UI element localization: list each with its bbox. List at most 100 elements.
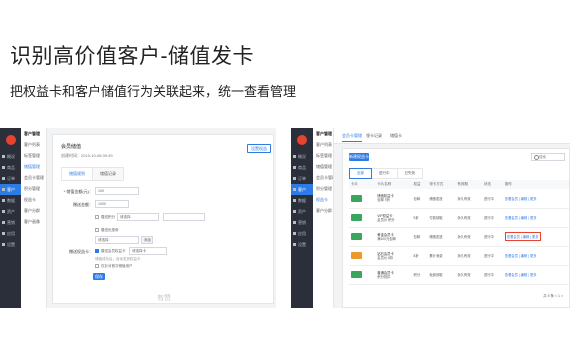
subnav-item[interactable]: 储值管理: [313, 161, 333, 172]
tab-rules[interactable]: 储值规则: [61, 167, 93, 181]
subnav-item[interactable]: 会员卡管理: [21, 172, 46, 183]
nav-item[interactable]: 客户: [0, 184, 21, 195]
nav-icon: [2, 155, 5, 159]
nav-icon: [293, 199, 296, 203]
nav-item[interactable]: 商品: [291, 162, 313, 173]
subnav-item[interactable]: 积分管理: [21, 183, 46, 194]
subnav-item[interactable]: 储值管理: [21, 161, 46, 172]
nav-item[interactable]: 数据: [291, 195, 313, 206]
watermark: 有赞: [157, 295, 171, 302]
card-actions[interactable]: 查看会员 | 编辑 | 更多: [502, 227, 569, 247]
nav-item[interactable]: 营销: [291, 217, 313, 228]
card-thumbnail: [351, 252, 362, 259]
nav-item[interactable]: 设置: [0, 239, 21, 250]
card-valid: 永久有效: [455, 208, 482, 228]
card-valid: 永久有效: [455, 189, 482, 209]
amount-input[interactable]: 100: [95, 187, 139, 195]
coupon-add-button[interactable]: 添加: [141, 236, 153, 244]
nav-item[interactable]: 概况: [0, 151, 21, 162]
nav-item[interactable]: 设置: [291, 239, 313, 250]
card-method: 储值发放: [427, 189, 456, 209]
gift-points-checkbox[interactable]: [95, 215, 99, 219]
gift-amount-label: 赠送金额：: [73, 202, 93, 207]
view-members-link[interactable]: 查看会员 | 编辑 | 更多: [504, 232, 541, 241]
card-name-cell: VIP权益卡 会员价 积分: [375, 208, 412, 228]
subnav-item[interactable]: 客户分群: [21, 205, 46, 216]
view-members-link[interactable]: 查看会员 | 编辑 | 更多: [505, 216, 537, 220]
gift-coupon-label: 赠送优惠券: [101, 228, 119, 232]
nav-icon: [293, 210, 296, 214]
tab-card-management[interactable]: 会员卡管理: [342, 133, 362, 142]
tab-all[interactable]: 全部: [349, 168, 372, 179]
subnav-item[interactable]: 客户列表: [313, 139, 333, 150]
created-time: 创建时间：2019-10-08 09:39: [61, 153, 113, 158]
subnav-item[interactable]: 标签管理: [313, 150, 333, 161]
card-actions[interactable]: 查看会员 | 编辑 | 更多: [502, 189, 569, 209]
nav-item[interactable]: 客户: [291, 184, 313, 195]
nav-icon: [293, 232, 296, 236]
stored-value-panel: 会员储值 创建时间：2019-10-08 09:39 设置权益 储值规则 储值记…: [52, 134, 274, 304]
subnav-item[interactable]: 会员卡管理: [313, 172, 333, 183]
nav-icon: [293, 166, 296, 170]
card-perk: 包邮: [411, 189, 428, 209]
tab-card-records[interactable]: 领卡记录: [366, 133, 382, 139]
tab-active[interactable]: 进行中: [371, 168, 398, 179]
gift-points-select[interactable]: 请选择: [117, 213, 159, 221]
store-logo: [5, 135, 16, 145]
card-method: 储值发放: [427, 227, 456, 247]
gift-amount-input[interactable]: 1000: [95, 200, 129, 208]
subnav-item[interactable]: 客户分群: [313, 205, 333, 216]
nav-label: 应用: [7, 231, 15, 236]
column-header: 有效期: [455, 180, 482, 189]
nav-item[interactable]: 资产: [0, 206, 21, 217]
first-only-checkbox[interactable]: [95, 264, 99, 268]
gift-coupon-checkbox[interactable]: [95, 228, 99, 232]
card-actions[interactable]: 查看会员 | 编辑 | 更多: [502, 246, 569, 266]
subnav-item[interactable]: 客户列表: [21, 139, 46, 150]
tab-expired[interactable]: 已失效: [396, 168, 423, 179]
card-name: 储值权益卡 包邮 9折: [377, 194, 393, 202]
card-actions[interactable]: 查看会员 | 编辑 | 更多: [502, 208, 569, 228]
set-benefit-button[interactable]: 设置权益: [247, 144, 271, 153]
card-actions[interactable]: 查看会员 | 编辑 | 更多: [502, 265, 569, 285]
gift-points-value[interactable]: [163, 213, 205, 221]
view-members-link[interactable]: 查看会员 | 编辑 | 更多: [505, 273, 537, 277]
coupon-select[interactable]: 请选择: [95, 236, 139, 244]
nav-item[interactable]: 营销: [0, 217, 21, 228]
nav-item[interactable]: 概况: [291, 151, 313, 162]
subnav-item[interactable]: 积分管理: [313, 183, 333, 194]
gift-card-checkbox[interactable]: [95, 249, 99, 253]
primary-sidebar: 概况商品订单 客户 数据 资产 营销 应用 设置: [291, 128, 313, 308]
nav-item[interactable]: 应用: [0, 228, 21, 239]
card-select[interactable]: 请选择卡: [129, 247, 167, 255]
nav-item[interactable]: 订单: [0, 173, 21, 184]
save-button[interactable]: 保存: [93, 273, 105, 280]
card-name-cell: 普通会员卡 积分抵扣: [375, 265, 412, 285]
table-row: VIP权益卡 会员价 积分 9折 付费领取 永久有效 进行中 查看会员 | 编辑 | 更多: [349, 208, 569, 228]
nav-label: 概况: [7, 154, 15, 159]
new-card-button[interactable]: 新建权益卡: [349, 153, 369, 161]
nav-item[interactable]: 应用: [291, 228, 313, 239]
nav-item[interactable]: 商品: [0, 162, 21, 173]
gift-points-label: 赠送积分: [101, 215, 115, 219]
card-list-panel: 新建权益卡 搜索 全部 进行中 已失效 卡片 卡片名称 权益 领卡方式 有效期 状态 操作 …: [342, 148, 570, 308]
nav-item[interactable]: 资产: [291, 206, 313, 217]
pagination[interactable]: 共 5 条 < 1 >: [543, 294, 563, 299]
nav-icon: [2, 210, 5, 214]
nav-item[interactable]: 数据: [0, 195, 21, 206]
subnav-item[interactable]: 标签管理: [21, 150, 46, 161]
nav-item[interactable]: 订单: [291, 173, 313, 184]
subnav-item[interactable]: 客户画像: [21, 216, 46, 227]
nav-label: 商品: [298, 165, 306, 170]
subnav-item[interactable]: 权益卡: [21, 194, 46, 205]
search-input[interactable]: 搜索: [531, 153, 565, 161]
view-members-link[interactable]: 查看会员 | 编辑 | 更多: [505, 254, 537, 258]
view-members-link[interactable]: 查看会员 | 编辑 | 更多: [505, 197, 537, 201]
card-table: 卡片 卡片名称 权益 领卡方式 有效期 状态 操作 储值权益卡 包邮 9折 包邮 储值发放 永久有效…: [349, 180, 569, 285]
subnav-item[interactable]: 权益卡: [313, 194, 333, 205]
tab-records[interactable]: 储值记录: [92, 167, 124, 181]
page-title: 会员储值: [61, 144, 82, 150]
status-tabs: 全部 进行中 已失效: [349, 168, 423, 179]
nav-icon: [293, 221, 296, 225]
tab-stored-card[interactable]: 储值卡: [390, 133, 402, 139]
